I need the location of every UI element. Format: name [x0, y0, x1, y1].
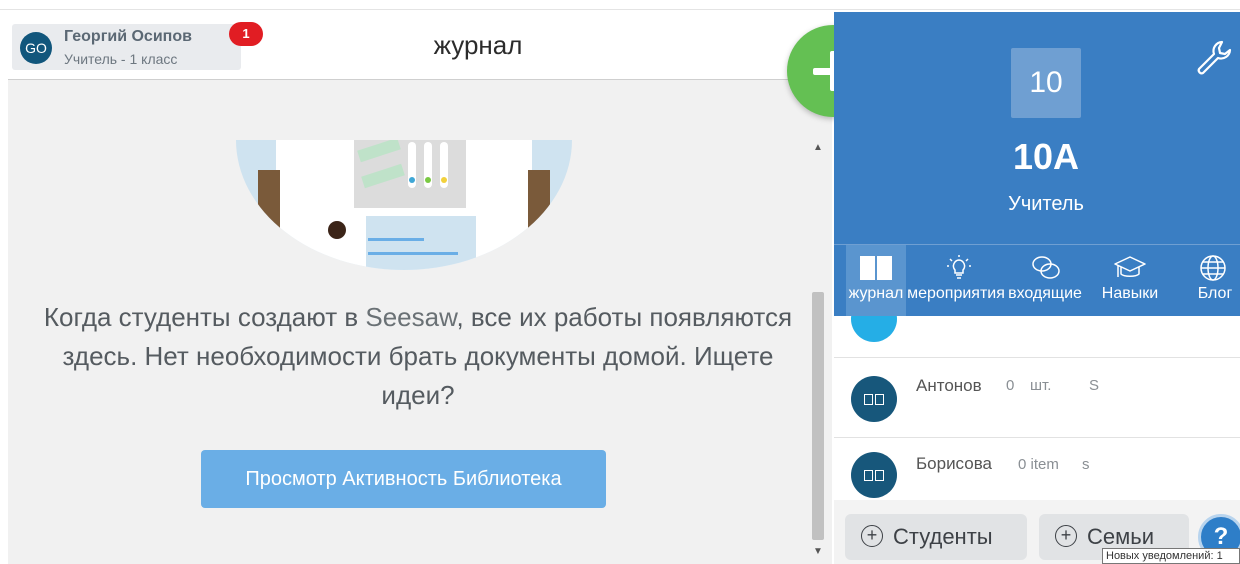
scroll-up-arrow-icon[interactable]: ▲: [813, 142, 823, 153]
user-menu[interactable]: GO Георгий Осипов Учитель - 1 класс: [12, 24, 241, 70]
app-root: GO Георгий Осипов Учитель - 1 класс 1 жу…: [0, 0, 1240, 564]
student-item-suffix: S: [1089, 377, 1100, 394]
tab-blog-label: Блог: [1197, 285, 1233, 302]
student-name: Борисова: [916, 454, 993, 473]
user-role: Учитель - 1 класс: [64, 51, 178, 67]
empty-state-message: Когда студенты создают в Seesaw, все их …: [38, 298, 798, 415]
brand-name: Seesaw: [365, 302, 457, 332]
lightbulb-icon: [947, 255, 971, 279]
student-item-unit: шт.: [1030, 377, 1052, 394]
tab-inbox-label: входящие: [1008, 285, 1082, 302]
tab-inbox[interactable]: входящие: [1004, 245, 1086, 317]
student-avatar-icon: [851, 452, 897, 498]
add-students-button[interactable]: + Студенты: [845, 514, 1027, 560]
tab-skills[interactable]: Навыки: [1090, 245, 1170, 317]
class-role: Учитель: [1008, 193, 1084, 215]
class-panel: 10 10A Учитель журнал мероприятия входящ…: [834, 12, 1240, 564]
empty-state-text-part1: Когда студенты создают в: [43, 302, 366, 332]
graduation-cap-icon: [1114, 256, 1146, 277]
student-list: Антонов 0 шт. S Борисова 0 item s: [834, 316, 1240, 500]
page-title: журнал: [433, 30, 523, 60]
class-icon-tile[interactable]: 10: [1011, 48, 1081, 118]
table-row[interactable]: Антонов 0 шт. S: [834, 358, 1240, 438]
class-avatar-icon: [851, 316, 897, 342]
activity-library-button[interactable]: Просмотр Активность Библиотека: [201, 450, 606, 508]
tab-journal-label: журнал: [848, 285, 904, 302]
classroom-illustration: [236, 140, 572, 270]
tab-journal[interactable]: журнал: [846, 245, 906, 317]
class-header: 10 10A Учитель: [834, 12, 1240, 244]
student-item-suffix: s: [1082, 456, 1090, 473]
tab-activities[interactable]: мероприятия: [906, 245, 1006, 317]
chat-bubbles-icon: [1032, 256, 1060, 279]
add-students-label: Студенты: [893, 524, 993, 549]
student-name: Антонов: [916, 376, 982, 395]
plus-circle-icon: +: [1055, 525, 1077, 548]
scrollbar[interactable]: ▲ ▼: [808, 142, 828, 564]
journal-header: GO Георгий Осипов Учитель - 1 класс 1 жу…: [8, 12, 832, 80]
plus-circle-icon: +: [861, 525, 883, 548]
book-icon: [860, 256, 892, 280]
user-name: Георгий Осипов: [64, 28, 192, 45]
top-strip: [0, 0, 1240, 10]
scroll-down-arrow-icon[interactable]: ▼: [813, 546, 823, 557]
table-row[interactable]: Борисова 0 item s: [834, 438, 1240, 500]
class-nav: журнал мероприятия входящие Навыки Блог: [834, 244, 1240, 317]
class-name: 10A: [1012, 136, 1080, 177]
scroll-thumb[interactable]: [812, 292, 824, 540]
student-avatar-icon: [851, 376, 897, 422]
journal-pane: GO Георгий Осипов Учитель - 1 класс 1 жу…: [8, 12, 832, 564]
notification-tooltip: Новых уведомлений: 1: [1102, 548, 1240, 564]
add-families-label: Семьи: [1087, 524, 1154, 549]
student-item-count: 0: [1006, 377, 1015, 394]
avatar: GO: [20, 32, 52, 64]
student-item-count: 0 item: [1018, 456, 1059, 473]
tab-activities-label: мероприятия: [907, 285, 1005, 302]
tab-skills-label: Навыки: [1101, 285, 1159, 302]
list-item[interactable]: [834, 316, 1240, 358]
wrench-icon[interactable]: [1194, 38, 1234, 78]
tab-blog[interactable]: Блог: [1190, 245, 1240, 317]
globe-icon: [1200, 255, 1226, 281]
notification-badge[interactable]: 1: [229, 22, 263, 46]
